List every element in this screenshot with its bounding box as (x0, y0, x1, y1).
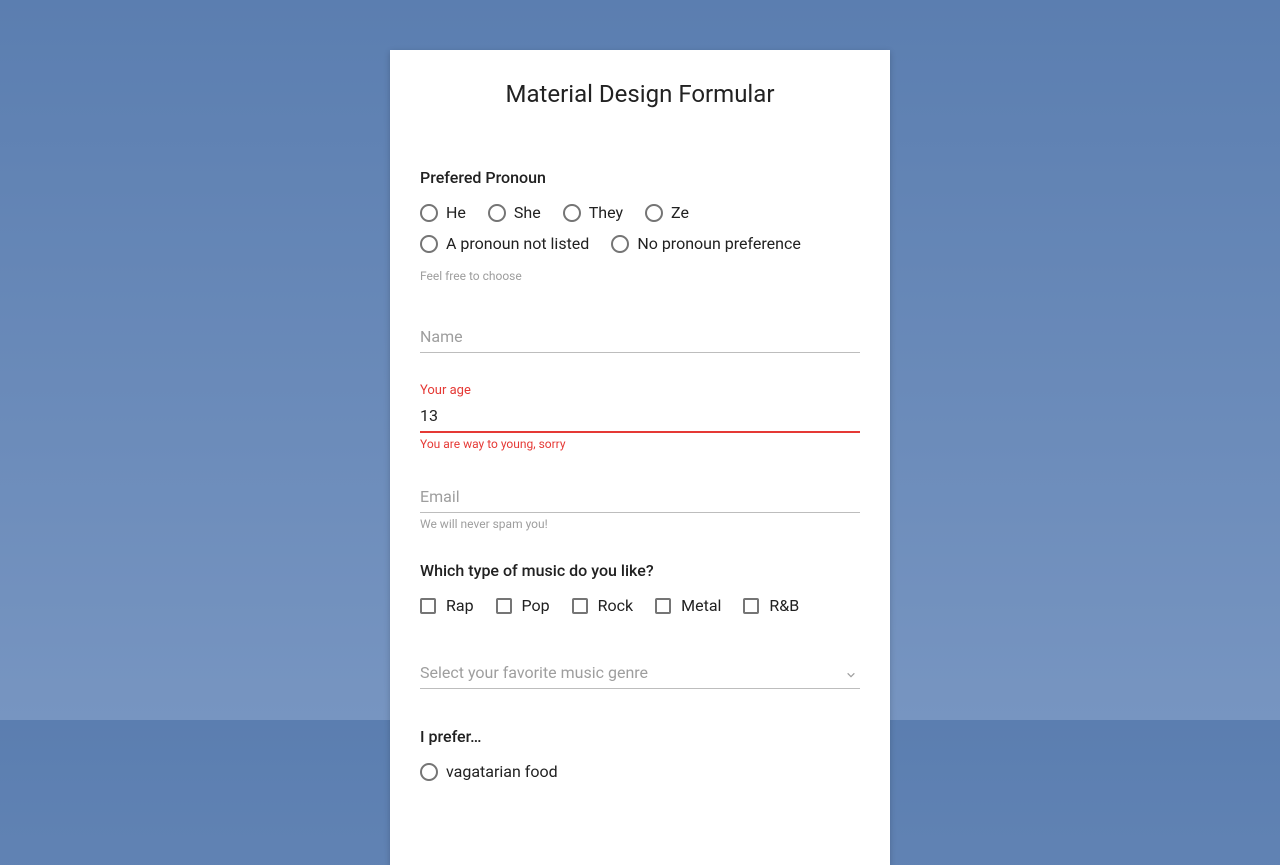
age-label: Your age (420, 383, 860, 398)
form-card: Material Design Formular Prefered Pronou… (390, 50, 890, 865)
radio-label: He (446, 203, 466, 222)
age-field: Your age You are way to young, sorry (420, 383, 860, 451)
checkbox-icon (496, 598, 512, 614)
pronoun-radio-not-listed[interactable]: A pronoun not listed (420, 230, 589, 257)
email-helper: We will never spam you! (420, 517, 860, 531)
music-checkbox-rock[interactable]: Rock (572, 592, 633, 619)
music-checkbox-rnb[interactable]: R&B (743, 592, 799, 619)
checkbox-icon (655, 598, 671, 614)
radio-label: A pronoun not listed (446, 234, 589, 253)
checkbox-icon (420, 598, 436, 614)
radio-icon (563, 204, 581, 222)
genre-select[interactable]: Select your favorite music genre (420, 657, 860, 689)
radio-icon (420, 204, 438, 222)
food-radio-vegetarian[interactable]: vagatarian food (420, 758, 860, 785)
pronoun-radio-she[interactable]: She (488, 199, 541, 226)
pronoun-helper: Feel free to choose (420, 269, 860, 283)
music-checkbox-group: Rap Pop Rock Metal R&B (420, 592, 860, 619)
pronoun-radio-ze[interactable]: Ze (645, 199, 689, 226)
pronoun-section: Prefered Pronoun He She They Ze A pronou… (420, 168, 860, 283)
music-checkbox-pop[interactable]: Pop (496, 592, 550, 619)
food-section: I prefer… vagatarian food (420, 727, 860, 785)
radio-icon (420, 763, 438, 781)
radio-label: They (589, 203, 623, 222)
music-checkbox-metal[interactable]: Metal (655, 592, 721, 619)
checkbox-label: Rap (446, 596, 474, 615)
radio-icon (645, 204, 663, 222)
food-radio-group: vagatarian food (420, 758, 860, 785)
pronoun-radio-they[interactable]: They (563, 199, 623, 226)
name-field (420, 321, 860, 353)
age-input[interactable] (420, 400, 860, 433)
pronoun-radio-group: He She They Ze A pronoun not listed No p… (420, 199, 860, 257)
radio-icon (611, 235, 629, 253)
checkbox-icon (572, 598, 588, 614)
email-input[interactable] (420, 481, 860, 513)
pronoun-radio-no-preference[interactable]: No pronoun preference (611, 230, 801, 257)
name-input[interactable] (420, 321, 860, 353)
email-field: We will never spam you! (420, 481, 860, 531)
age-error: You are way to young, sorry (420, 437, 860, 451)
food-label: I prefer… (420, 727, 860, 746)
pronoun-radio-he[interactable]: He (420, 199, 466, 226)
checkbox-label: R&B (769, 596, 799, 615)
checkbox-label: Metal (681, 596, 721, 615)
radio-label: vagatarian food (446, 762, 558, 781)
radio-label: No pronoun preference (637, 234, 801, 253)
checkbox-label: Pop (522, 596, 550, 615)
music-checkbox-rap[interactable]: Rap (420, 592, 474, 619)
radio-icon (488, 204, 506, 222)
music-label: Which type of music do you like? (420, 561, 860, 580)
pronoun-label: Prefered Pronoun (420, 168, 860, 187)
radio-icon (420, 235, 438, 253)
genre-select-placeholder: Select your favorite music genre (420, 657, 860, 689)
checkbox-icon (743, 598, 759, 614)
radio-label: Ze (671, 203, 689, 222)
form-title: Material Design Formular (420, 80, 860, 108)
checkbox-label: Rock (598, 596, 633, 615)
radio-label: She (514, 203, 541, 222)
music-section: Which type of music do you like? Rap Pop… (420, 561, 860, 619)
